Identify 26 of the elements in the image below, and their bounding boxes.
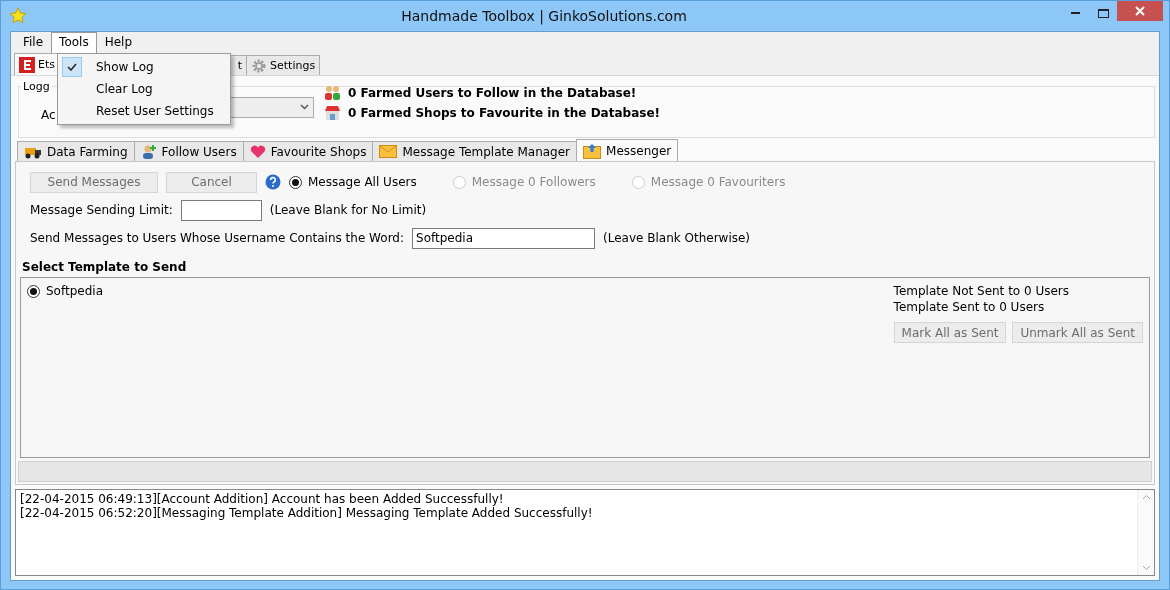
radio-label: Message 0 Favouriters xyxy=(650,175,786,189)
log-line: [22-04-2015 06:49:13][Account Addition] Account has been Added Successfully! xyxy=(20,492,505,506)
window-title: Handmade Toolbox | GinkoSolutions.com xyxy=(400,7,688,24)
tab-label: Messenger xyxy=(606,143,672,158)
hint-text: (Leave Blank Otherwise) xyxy=(603,231,751,245)
radio-label: Message 0 Followers xyxy=(471,175,596,189)
tab-label: Follow Users xyxy=(161,144,237,159)
hint-text: (Leave Blank for No Limit) xyxy=(269,203,427,217)
tab-label: Message Template Manager xyxy=(402,144,571,159)
count-text: Template Sent to 0 Users xyxy=(893,300,1046,314)
tab-label: Favourite Shops xyxy=(270,144,367,159)
field-label: Send Messages to Users Whose Username Contains the Word: xyxy=(30,231,404,245)
tab-label: Settings xyxy=(270,59,316,72)
field-label: Ac xyxy=(41,108,56,122)
radio-label: Message All Users xyxy=(308,175,417,189)
group-label: Logg xyxy=(22,80,51,93)
radio-label: Softpedia xyxy=(46,284,103,298)
section-title: Select Template to Send xyxy=(21,259,188,276)
field-label: Message Sending Limit: xyxy=(30,203,173,217)
log-line: [22-04-2015 06:52:20][Messaging Template Addition] Messaging Template Added Successfully! xyxy=(20,506,594,520)
stat-text: 0 Farmed Shops to Favourite in the Database! xyxy=(348,106,660,120)
tab-label: t xyxy=(237,59,242,72)
count-text: Template Not Sent to 0 Users xyxy=(893,284,1071,298)
tab-label: Ets xyxy=(38,58,55,71)
tab-label: Data Farming xyxy=(47,144,128,159)
stat-text: 0 Farmed Users to Follow in the Database! xyxy=(348,86,637,100)
